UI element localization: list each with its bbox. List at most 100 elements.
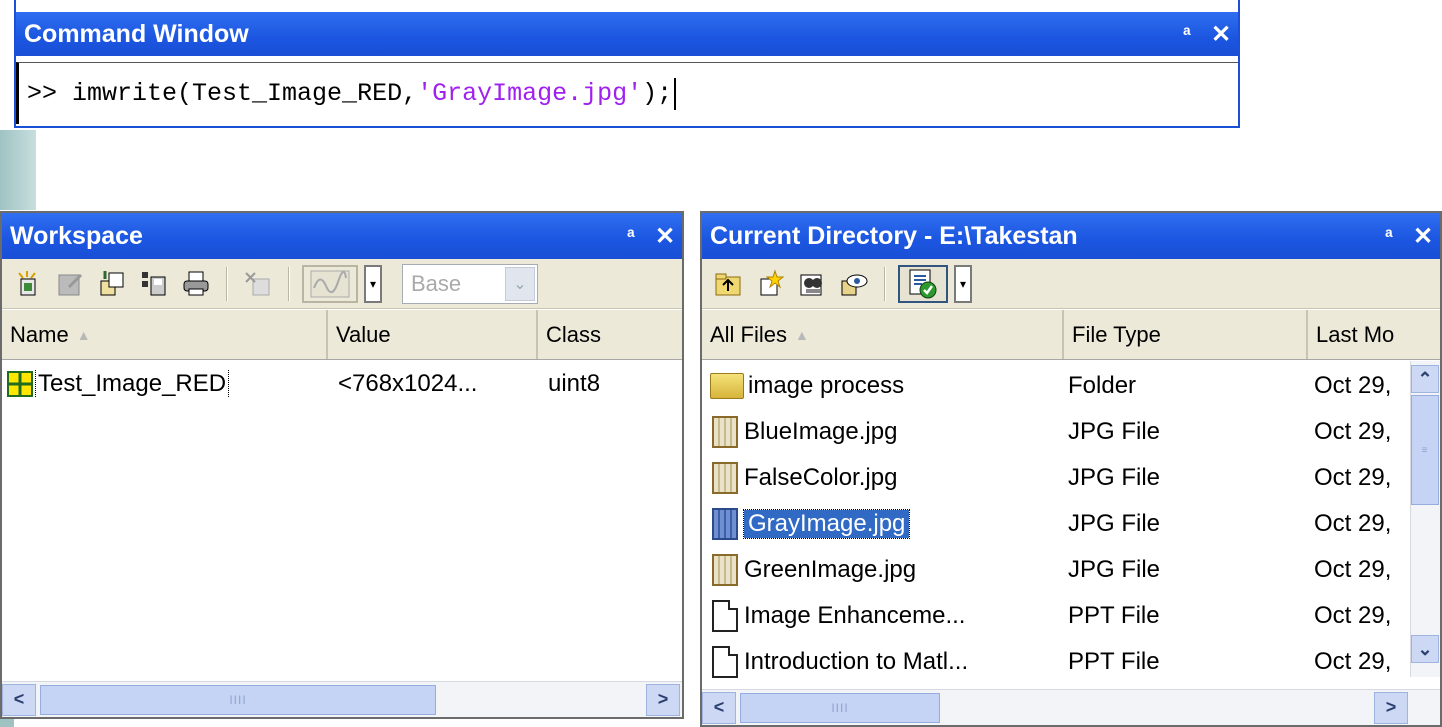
plot-dropdown-button[interactable]: ▾ [364,264,382,303]
file-row[interactable]: Image Enhanceme... PPT File Oct 29, [702,593,1408,639]
find-files-icon[interactable] [794,266,830,302]
column-value[interactable]: Value [328,310,538,359]
scroll-right-icon[interactable]: > [1374,691,1408,724]
current-directory-titlebar: Current Directory - E:\Takestan ᵃ ✕ [702,213,1440,259]
report-check-icon [909,269,937,298]
new-file-icon[interactable] [752,266,788,302]
file-modified: Oct 29, [1314,556,1392,583]
reports-dropdown-button[interactable]: ▾ [954,264,972,303]
vertical-scrollbar[interactable]: ⌃ ≡ ⌄ [1410,361,1440,677]
matlab-desktop: Command Window ᵃ ✕ >> imwrite(Test_Image… [0,0,1442,727]
column-all-files[interactable]: All Files ▲ [702,310,1064,359]
chevron-down-icon: ⌄ [505,266,535,301]
file-name-cell: image process [702,372,1064,400]
column-class-label: Class [546,321,602,347]
file-name: GrayImage.jpg [742,509,911,539]
horizontal-scrollbar[interactable]: < IIII > [2,681,682,717]
file-row[interactable]: BlueImage.jpg JPG File Oct 29, [702,409,1408,455]
close-icon[interactable]: ✕ [1406,222,1440,251]
toolbar-separator [884,266,886,301]
undock-icon[interactable]: ᵃ [1170,23,1204,46]
current-directory-title: Current Directory - E:\Takestan [710,221,1078,250]
plot-waveform-icon [310,270,350,297]
save-workspace-icon[interactable] [136,266,172,302]
undock-icon[interactable]: ᵃ [1372,225,1406,248]
file-modified: Oct 29, [1314,648,1392,675]
new-variable-icon[interactable] [10,266,46,302]
background-accent-bar [0,130,36,210]
import-data-icon[interactable] [94,266,130,302]
workspace-toolbar: ▾ Base ⌄ [2,259,682,309]
files-column-header: All Files ▲ File Type Last Mo [702,310,1440,360]
sort-ascending-icon: ▲ [795,326,809,343]
reports-button[interactable] [898,264,948,303]
undock-icon[interactable]: ᵃ [614,225,648,248]
file-row[interactable]: Introduction to Matl... PPT File Oct 29, [702,639,1408,685]
file-row[interactable]: GreenImage.jpg JPG File Oct 29, [702,547,1408,593]
scroll-left-icon[interactable]: < [2,683,36,716]
scrollbar-thumb[interactable]: IIII [740,692,940,723]
ppt-icon [712,600,738,632]
file-type: JPG File [1068,510,1161,537]
file-name: Introduction to Matl... [744,648,969,675]
variable-name: Test_Image_RED [34,370,230,398]
toolbar-separator [288,266,290,301]
horizontal-scrollbar[interactable]: < IIII > [702,689,1440,725]
file-row[interactable]: GrayImage.jpg JPG File Oct 29, [702,501,1408,547]
vertical-scrollbar-thumb[interactable]: ≡ [1411,395,1439,505]
delete-variable-icon[interactable] [240,266,276,302]
column-value-label: Value [336,321,391,347]
scroll-right-icon[interactable]: > [646,683,680,716]
print-icon[interactable] [178,266,214,302]
command-code-suffix: ); [642,79,673,108]
column-last-modified[interactable]: Last Mo [1308,310,1440,359]
file-row[interactable]: FalseColor.jpg JPG File Oct 29, [702,455,1408,501]
stack-base-combo[interactable]: Base ⌄ [402,263,538,304]
command-prompt: >> [27,79,58,108]
variable-value: <768x1024... [338,370,478,397]
command-input-line[interactable]: >> imwrite(Test_Image_RED, 'GrayImage.jp… [16,62,1238,124]
open-selection-icon[interactable] [52,266,88,302]
file-type: PPT File [1068,602,1160,629]
scroll-down-icon[interactable]: ⌄ [1411,635,1439,663]
folder-icon [710,373,744,399]
show-file-icon[interactable] [836,266,872,302]
file-type: JPG File [1068,418,1161,445]
column-last-modified-label: Last Mo [1316,321,1395,347]
stack-base-value: Base [411,270,462,296]
up-folder-icon[interactable] [710,266,746,302]
scroll-left-icon[interactable]: < [702,691,736,724]
workspace-column-header: Name ▲ Value Class [2,310,682,360]
column-file-type-label: File Type [1072,321,1161,347]
file-type: Folder [1068,372,1137,399]
variable-class: uint8 [548,370,601,397]
column-file-type[interactable]: File Type [1064,310,1308,359]
file-modified: Oct 29, [1314,418,1392,445]
command-window: Command Window ᵃ ✕ >> imwrite(Test_Image… [14,0,1240,128]
command-code: imwrite(Test_Image_RED, [57,79,418,108]
table-row[interactable]: Test_Image_RED <768x1024... uint8 [2,361,682,407]
command-window-titlebar: Command Window ᵃ ✕ [16,12,1238,56]
close-icon[interactable]: ✕ [1204,20,1238,49]
scrollbar-thumb[interactable]: IIII [40,684,436,715]
file-name: GreenImage.jpg [744,556,917,583]
workspace-panel: Workspace ᵃ ✕ ▾ Base ⌄ Name ▲ Value Clas… [0,211,684,719]
column-name-label: Name [10,321,69,347]
file-name-cell: Introduction to Matl... [702,646,1064,678]
file-modified: Oct 29, [1314,602,1392,629]
plot-button[interactable] [302,264,358,303]
file-name: image process [748,372,905,399]
command-string-literal: 'GrayImage.jpg' [417,79,643,108]
scroll-up-icon[interactable]: ⌃ [1411,365,1439,393]
ppt-icon [712,646,738,678]
column-name[interactable]: Name ▲ [2,310,328,359]
workspace-title: Workspace [10,221,143,250]
file-row[interactable]: image process Folder Oct 29, [702,363,1408,409]
close-icon[interactable]: ✕ [648,222,682,251]
sort-ascending-icon: ▲ [76,326,91,343]
file-type: JPG File [1068,464,1161,491]
file-modified: Oct 29, [1314,510,1392,537]
current-directory-panel: Current Directory - E:\Takestan ᵃ ✕ ▾ Al… [700,211,1442,727]
column-class[interactable]: Class [538,310,682,359]
jpg-icon [712,554,738,586]
